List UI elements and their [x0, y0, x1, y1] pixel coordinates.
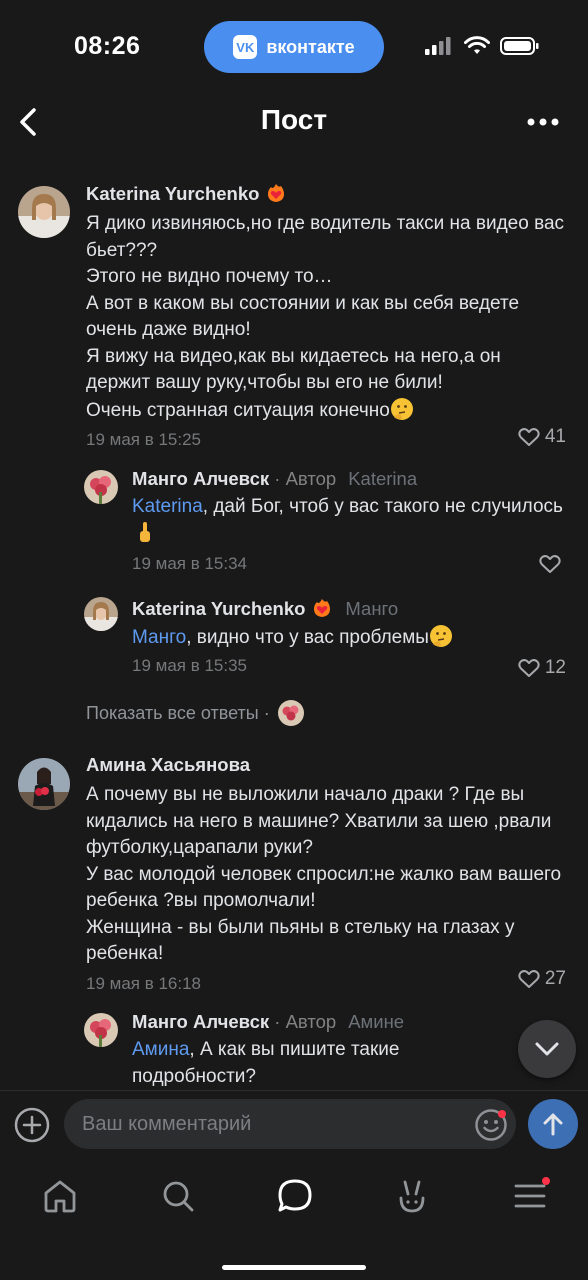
fire-heart-emoji-icon — [268, 184, 285, 202]
avatar-photo — [84, 597, 118, 631]
avatar[interactable] — [84, 1013, 118, 1047]
status-bar: 08:26 VK вконтакте — [0, 0, 588, 96]
reply-author[interactable]: Манго Алчевск · Автор Katerina — [132, 468, 572, 490]
vk-logo-icon: VK — [233, 35, 258, 59]
author-badge: · Автор — [269, 468, 337, 489]
pointing-up-emoji-icon — [140, 521, 150, 542]
comments-list[interactable]: Katerina Yurchenko Я дико извиняюсь,но г… — [0, 170, 588, 1090]
show-all-label: Показать все ответы · — [86, 702, 270, 723]
vk-pill-label: вконтакте — [266, 36, 355, 57]
like-button[interactable]: 12 — [518, 657, 566, 679]
heart-icon — [518, 428, 540, 446]
author-badge: · Автор — [269, 1011, 337, 1032]
comment-text: А почему вы не выложили начало драки ? Г… — [86, 784, 562, 964]
reply-date: 19 мая в 15:34 — [132, 554, 247, 573]
author-name[interactable]: Katerina Yurchenko — [132, 598, 305, 619]
reply-addressee[interactable]: Амине — [348, 1011, 404, 1032]
avatar-photo — [84, 1013, 118, 1047]
status-time: 08:26 — [74, 32, 141, 60]
send-arrow-icon — [543, 1113, 563, 1136]
show-all-replies-link[interactable]: Показать все ответы · — [86, 700, 304, 726]
author-name[interactable]: Манго Алчевск — [132, 468, 269, 489]
author-name[interactable]: Манго Алчевск — [132, 1011, 269, 1032]
battery-icon — [500, 37, 539, 55]
comment-input-bar — [0, 1090, 588, 1158]
wifi-icon — [464, 36, 490, 54]
vk-app-pill[interactable]: VK вконтакте — [204, 21, 384, 73]
chevron-down-icon — [535, 1042, 559, 1056]
reply-body: , видно что у вас проблемы — [186, 627, 429, 648]
more-icon[interactable] — [526, 110, 560, 134]
thinking-emoji-icon — [429, 625, 452, 647]
comment-input[interactable] — [64, 1099, 516, 1149]
like-button[interactable]: 27 — [518, 968, 566, 990]
avatar[interactable] — [84, 470, 118, 504]
author-name[interactable]: Katerina Yurchenko — [86, 183, 259, 204]
like-button[interactable] — [539, 554, 566, 574]
reply-body: , дай Бог, чтоб у вас такого не случилос… — [202, 496, 563, 517]
system-icons — [424, 36, 540, 56]
like-button[interactable]: 41 — [518, 426, 566, 448]
heart-icon — [518, 659, 540, 677]
mention-link[interactable]: Katerina — [132, 496, 203, 517]
signal-icon — [425, 37, 451, 55]
reply-text: Амина, А как вы пишите такие подробности… — [132, 1037, 512, 1090]
comment-date: 19 мая в 16:18 — [86, 973, 201, 993]
messages-icon[interactable] — [275, 1176, 315, 1216]
reply-text: Katerina, дай Бог, чтоб у вас такого не … — [132, 494, 572, 548]
like-count: 12 — [544, 657, 566, 678]
reply-author[interactable]: Манго Алчевск · Автор Амине — [132, 1011, 512, 1033]
mention-link[interactable]: Амина — [132, 1039, 189, 1060]
comment-author[interactable]: Katerina Yurchenko — [86, 182, 566, 205]
tab-bar — [0, 1158, 588, 1280]
reply-author[interactable]: Katerina Yurchenko Манго — [132, 597, 572, 620]
mention-link[interactable]: Манго — [132, 627, 186, 648]
fire-heart-emoji-icon — [314, 599, 331, 617]
avatar[interactable] — [18, 758, 70, 810]
thinking-emoji-icon — [390, 397, 413, 420]
avatar-photo — [18, 758, 70, 810]
comment-author[interactable]: Амина Хасьянова — [86, 754, 566, 776]
reply-text: Манго, видно что у вас проблемы — [132, 624, 572, 652]
reply-addressee[interactable]: Katerina — [348, 468, 417, 489]
sticker-icon[interactable] — [474, 1108, 508, 1142]
heart-icon — [539, 555, 561, 573]
like-count: 27 — [544, 968, 566, 989]
comment-text: Я дико извиняюсь,но где водитель такси н… — [86, 211, 566, 424]
avatar-photo — [18, 186, 70, 238]
comment-body: Я дико извиняюсь,но где водитель такси н… — [86, 213, 565, 421]
avatar[interactable] — [18, 186, 70, 238]
scroll-down-button[interactable] — [518, 1020, 576, 1078]
like-count: 41 — [544, 426, 566, 447]
nav-header: Пост — [0, 96, 588, 148]
reply-date: 19 мая в 15:35 — [132, 655, 247, 675]
send-button[interactable] — [528, 1099, 578, 1149]
home-icon[interactable] — [40, 1176, 80, 1216]
comment-date: 19 мая в 15:25 — [86, 430, 201, 449]
avatar[interactable] — [84, 597, 118, 631]
page-title: Пост — [260, 104, 328, 135]
menu-icon[interactable] — [510, 1176, 550, 1216]
replier-avatar — [277, 700, 304, 726]
reply-addressee[interactable]: Манго — [345, 598, 398, 619]
plus-icon[interactable] — [14, 1107, 50, 1143]
home-indicator — [222, 1265, 366, 1270]
avatar-photo — [84, 470, 118, 504]
heart-icon — [518, 970, 540, 988]
clips-icon[interactable] — [392, 1176, 432, 1216]
search-icon[interactable] — [158, 1176, 198, 1216]
